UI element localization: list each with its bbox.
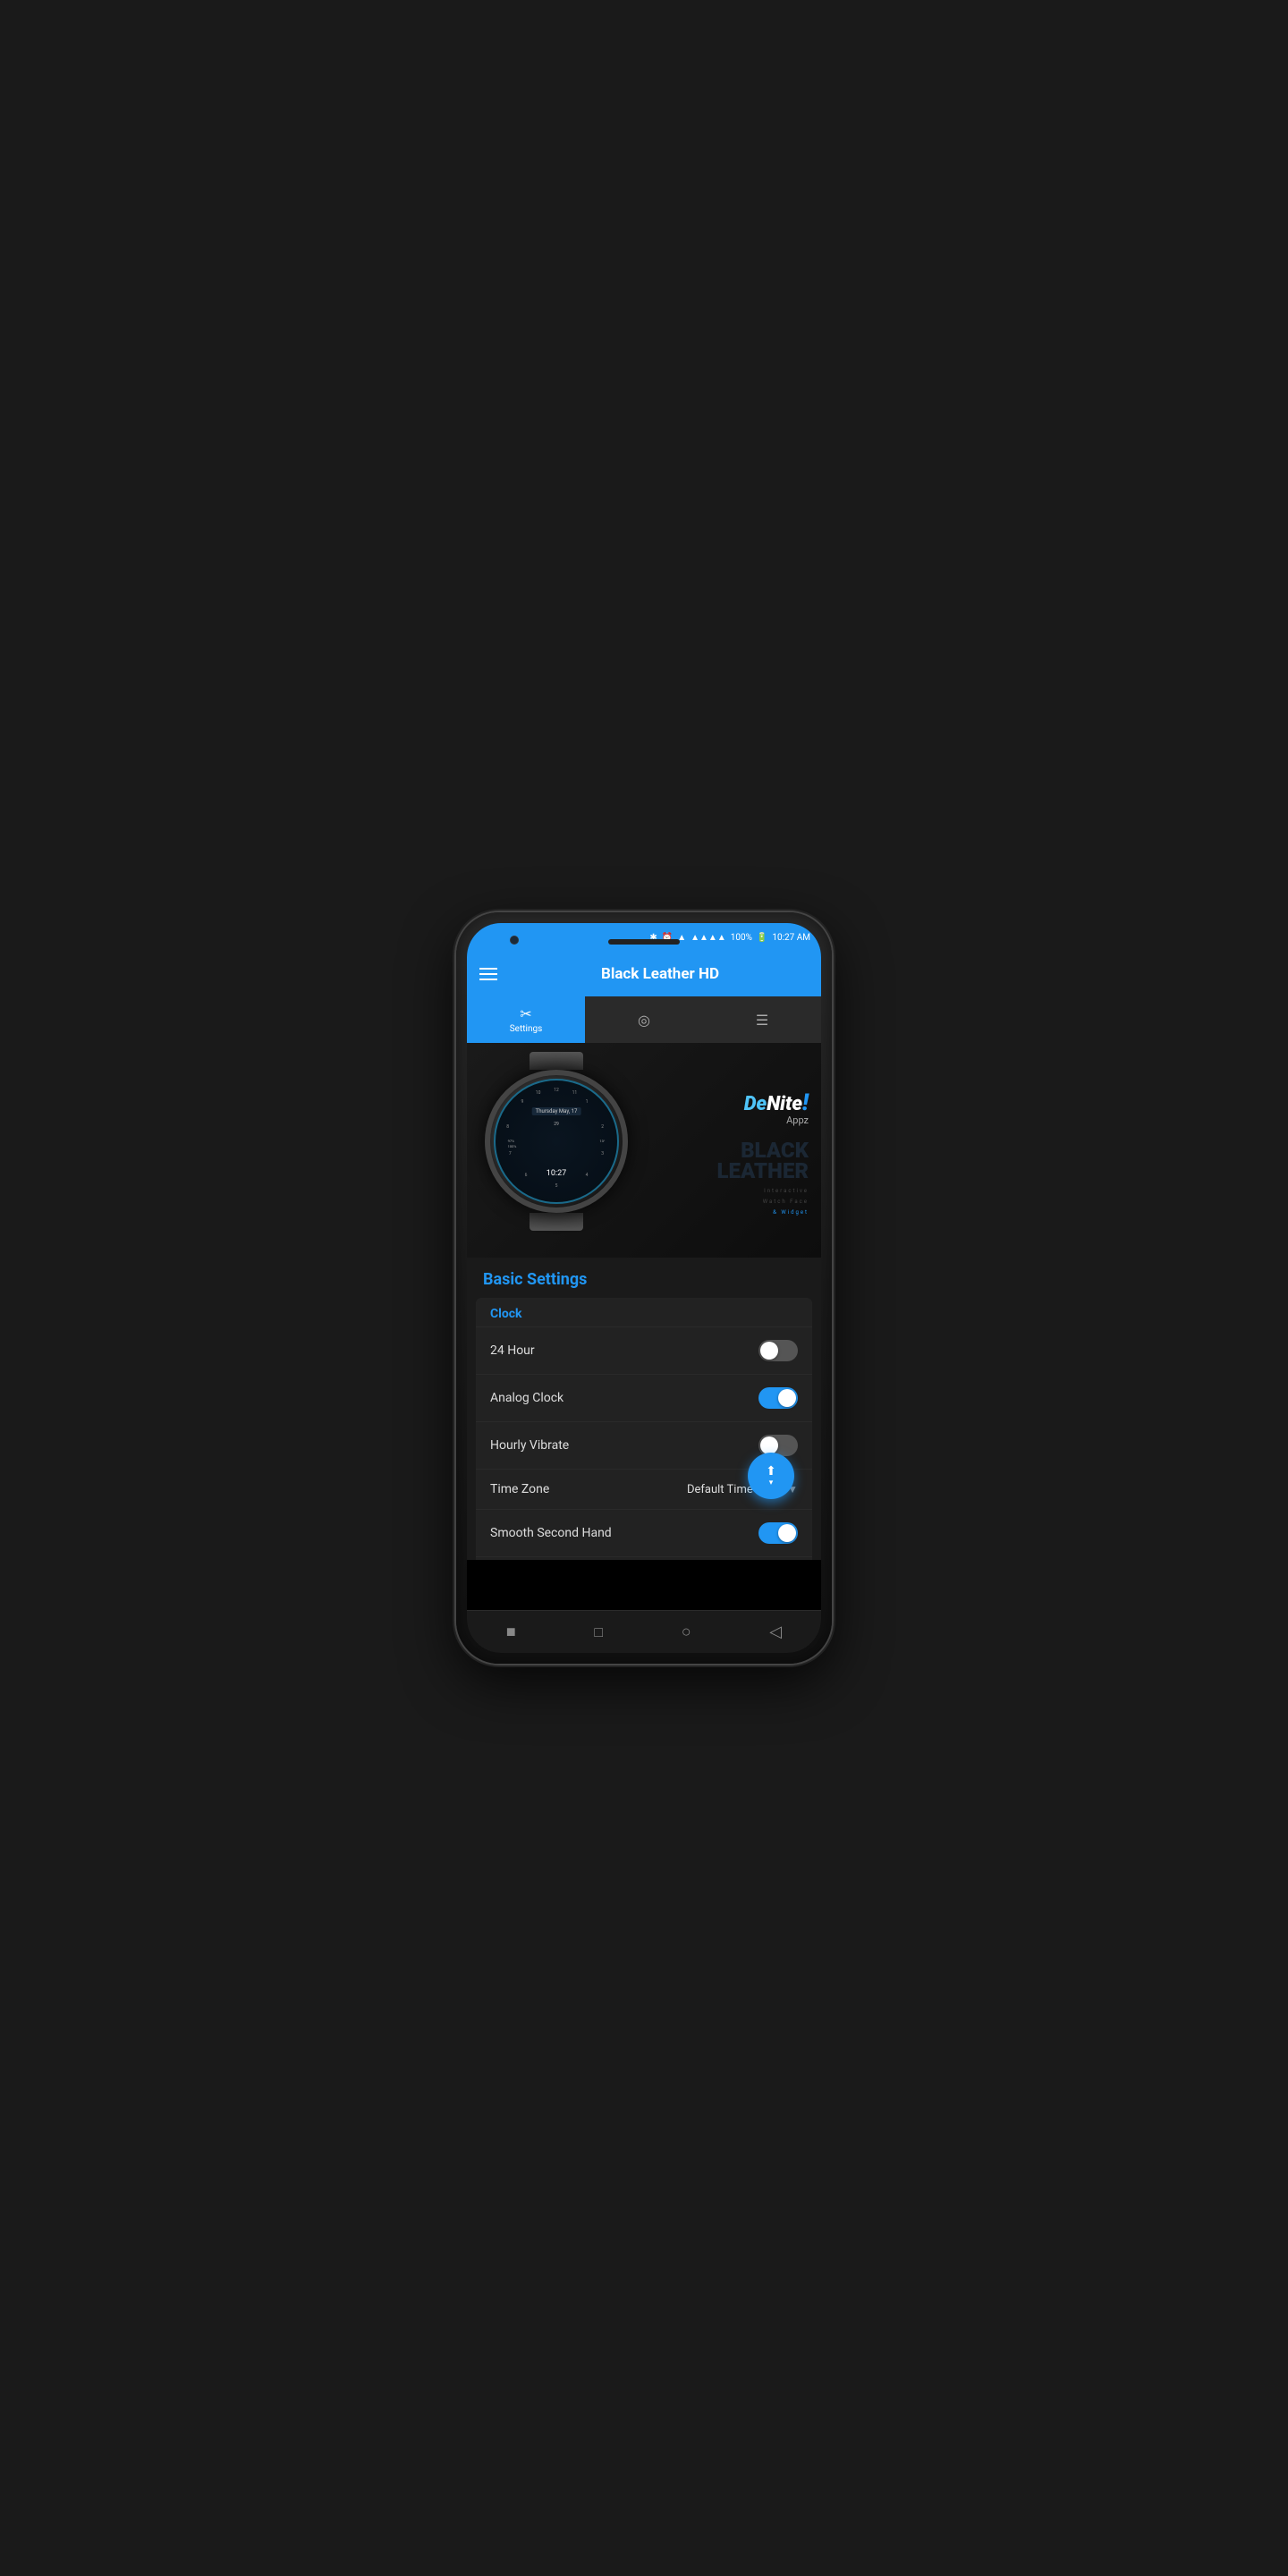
- watch-weather: 13°: [599, 1139, 605, 1143]
- settings-card: Clock 24 Hour Analog Clock: [476, 1298, 812, 1560]
- label-timezone1: Time Zone: [490, 1482, 549, 1496]
- nav-recent-button[interactable]: ■: [499, 1615, 523, 1648]
- label-24hour: 24 Hour: [490, 1343, 535, 1358]
- watch-num-6: 6: [525, 1173, 528, 1178]
- fab-sub-icon: ▾: [769, 1479, 774, 1487]
- watch-num-2: 2: [601, 1124, 604, 1130]
- label-smoothsecond: Smooth Second Hand: [490, 1526, 612, 1540]
- battery-text: 100%: [731, 933, 752, 943]
- watch-num-5: 5: [555, 1183, 558, 1189]
- info-icon: ☰: [756, 1012, 768, 1029]
- toggle-smoothsecond[interactable]: [758, 1522, 798, 1544]
- category-clock: Clock: [476, 1298, 812, 1326]
- toggle-24hour[interactable]: [758, 1340, 798, 1361]
- phone-device: ✱ ⏰ ▲ ▲▲▲▲ 100% 🔋 10:27 AM Black Leather…: [456, 912, 832, 1664]
- setting-row-smoothsecond: Smooth Second Hand: [476, 1509, 812, 1556]
- watch-band-bottom: [530, 1213, 583, 1231]
- watch-preview: 12 1 2 3 4 5 6 7 8 9 10: [467, 1043, 821, 1258]
- brand-sub2: Watch Face: [763, 1197, 809, 1208]
- tab-watch[interactable]: ◎: [585, 996, 703, 1043]
- menu-button[interactable]: [479, 968, 497, 980]
- status-bar: ✱ ⏰ ▲ ▲▲▲▲ 100% 🔋 10:27 AM: [467, 923, 821, 952]
- tab-settings[interactable]: ✂ Settings: [467, 996, 585, 1043]
- brand-sub3: & Widget: [763, 1208, 809, 1218]
- watch-band-top: [530, 1052, 583, 1070]
- watch-num-12: 12: [554, 1088, 559, 1093]
- brand-nite: Nite: [767, 1093, 802, 1115]
- watch-time: 10:27: [547, 1169, 566, 1178]
- tab-info[interactable]: ☰: [703, 996, 821, 1043]
- fab-icon: ⬆: [766, 1464, 776, 1479]
- fab-button[interactable]: ⬆ ▾: [748, 1453, 794, 1499]
- watch-face-container: 12 1 2 3 4 5 6 7 8 9 10: [476, 1052, 637, 1249]
- nav-back-button[interactable]: ◁: [762, 1615, 789, 1648]
- brand-area: DeNite! Appz BLACK LEATHER Interactive W…: [648, 1052, 809, 1258]
- settings-content: Basic Settings Clock 24 Hour Analo: [467, 1258, 821, 1560]
- brand-sub1: Interactive: [763, 1186, 809, 1197]
- setting-row-24hour: 24 Hour: [476, 1326, 812, 1374]
- watch-num-1: 1: [586, 1099, 589, 1105]
- toggle-knob-smoothsecond: [778, 1524, 796, 1542]
- label-hourlyvibrate: Hourly Vibrate: [490, 1438, 569, 1453]
- toggle-knob-hourlyvibrate: [760, 1436, 778, 1454]
- brand-excl: !: [802, 1089, 809, 1116]
- watch-date2: 29: [554, 1122, 559, 1127]
- phone-screen: ✱ ⏰ ▲ ▲▲▲▲ 100% 🔋 10:27 AM Black Leather…: [467, 923, 821, 1653]
- signal-icon: ▲▲▲▲: [691, 933, 726, 943]
- nav-bar: ■ □ ○ ◁: [467, 1610, 821, 1653]
- setting-row-analogclock: Analog Clock: [476, 1374, 812, 1421]
- toggle-knob-24hour: [760, 1342, 778, 1360]
- tab-bar: ✂ Settings ◎ ☰: [467, 996, 821, 1043]
- watch-num-11: 11: [572, 1090, 578, 1096]
- watch-num-9: 9: [521, 1099, 524, 1105]
- toggle-analogclock[interactable]: [758, 1387, 798, 1409]
- watch-num-4: 4: [586, 1173, 589, 1178]
- label-analogclock: Analog Clock: [490, 1391, 564, 1405]
- speaker: [608, 939, 680, 945]
- watch-num-7: 7: [509, 1151, 512, 1157]
- watch-icon: ◎: [638, 1012, 650, 1029]
- brand-appz: Appz: [744, 1114, 809, 1126]
- watch-bat2: 100%: [508, 1144, 517, 1149]
- brand-de: De: [744, 1093, 767, 1115]
- setting-row-digitalclock: Digital Clock: [476, 1556, 812, 1560]
- watch-stats-left: 97% 100%: [508, 1139, 517, 1148]
- watch-num-10: 10: [536, 1090, 541, 1096]
- brand-subtitle: Interactive Watch Face & Widget: [763, 1186, 809, 1218]
- nav-home-button[interactable]: ○: [674, 1615, 699, 1648]
- app-screen: ✱ ⏰ ▲ ▲▲▲▲ 100% 🔋 10:27 AM Black Leather…: [467, 923, 821, 1653]
- app-bar: Black Leather HD: [467, 952, 821, 996]
- battery-icon: 🔋: [757, 933, 767, 943]
- watch-dial: 12 1 2 3 4 5 6 7 8 9 10: [494, 1079, 619, 1204]
- brand-title: BLACK LEATHER: [717, 1140, 809, 1182]
- watch-num-8: 8: [506, 1124, 509, 1130]
- time-display: 10:27 AM: [772, 933, 810, 943]
- watch-case: 12 1 2 3 4 5 6 7 8 9 10: [485, 1070, 628, 1213]
- watch-num-3: 3: [601, 1151, 604, 1157]
- watch-date: Thursday May, 17: [532, 1107, 581, 1115]
- watch-stats-right: 13°: [599, 1139, 605, 1143]
- app-title: Black Leather HD: [512, 965, 809, 983]
- brand-leather: LEATHER: [717, 1161, 809, 1182]
- camera: [510, 936, 519, 945]
- nav-square-button[interactable]: □: [587, 1616, 610, 1648]
- toggle-knob-analogclock: [778, 1389, 796, 1407]
- section-title: Basic Settings: [467, 1258, 821, 1298]
- settings-icon: ✂: [520, 1005, 531, 1022]
- tab-settings-label: Settings: [510, 1024, 543, 1034]
